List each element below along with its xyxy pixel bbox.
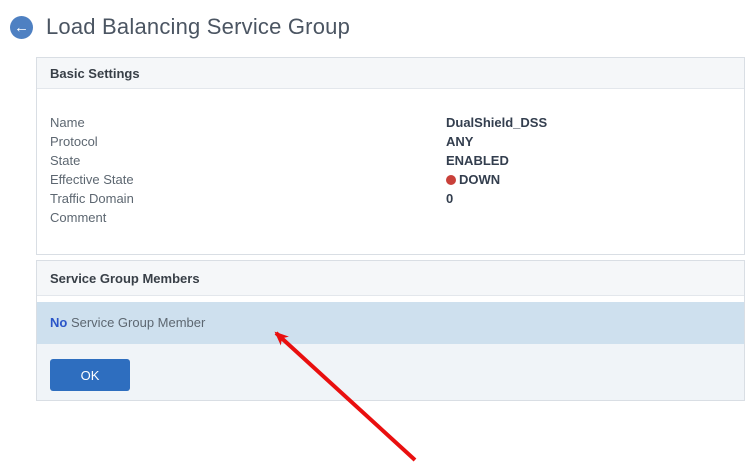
load-balancing-service-group-page: ← Load Balancing Service Group Basic Set… <box>0 0 745 475</box>
field-label: Effective State <box>50 170 446 189</box>
field-row-protocol: Protocol ANY <box>50 132 730 151</box>
basic-settings-header[interactable]: Basic Settings <box>37 58 744 89</box>
field-row-traffic-domain: Traffic Domain 0 <box>50 189 730 208</box>
field-value: DOWN <box>446 170 500 189</box>
service-group-members-panel: Service Group Members No Service Group M… <box>36 260 745 401</box>
service-group-members-body: No Service Group Member OK <box>37 296 744 400</box>
status-down-dot-icon <box>446 175 456 185</box>
field-label: Comment <box>50 208 446 227</box>
basic-settings-body: Name DualShield_DSS Protocol ANY State E… <box>37 89 744 254</box>
field-row-effective-state: Effective State DOWN <box>50 170 730 189</box>
field-value: 0 <box>446 189 453 208</box>
field-value: ANY <box>446 132 473 151</box>
no-service-group-member-row[interactable]: No Service Group Member <box>37 302 744 344</box>
field-value: ENABLED <box>446 151 509 170</box>
panel-footer: OK <box>37 344 744 400</box>
ok-button[interactable]: OK <box>50 359 130 391</box>
effective-state-value: DOWN <box>459 170 500 189</box>
no-members-text: Service Group Member <box>67 315 205 330</box>
no-members-prefix: No <box>50 315 67 330</box>
content-area: Basic Settings Name DualShield_DSS Proto… <box>36 57 745 401</box>
basic-settings-panel: Basic Settings Name DualShield_DSS Proto… <box>36 57 745 255</box>
field-label: State <box>50 151 446 170</box>
field-row-state: State ENABLED <box>50 151 730 170</box>
field-label: Protocol <box>50 132 446 151</box>
back-button[interactable]: ← <box>10 16 33 39</box>
field-value: DualShield_DSS <box>446 113 547 132</box>
page-title: Load Balancing Service Group <box>46 14 350 40</box>
arrow-left-icon: ← <box>14 20 29 35</box>
basic-settings-title: Basic Settings <box>50 66 140 81</box>
service-group-members-title: Service Group Members <box>50 271 200 286</box>
field-row-name: Name DualShield_DSS <box>50 113 730 132</box>
field-label: Name <box>50 113 446 132</box>
service-group-members-header[interactable]: Service Group Members <box>37 261 744 296</box>
field-row-comment: Comment <box>50 208 730 227</box>
page-header: ← Load Balancing Service Group <box>10 14 350 40</box>
field-label: Traffic Domain <box>50 189 446 208</box>
